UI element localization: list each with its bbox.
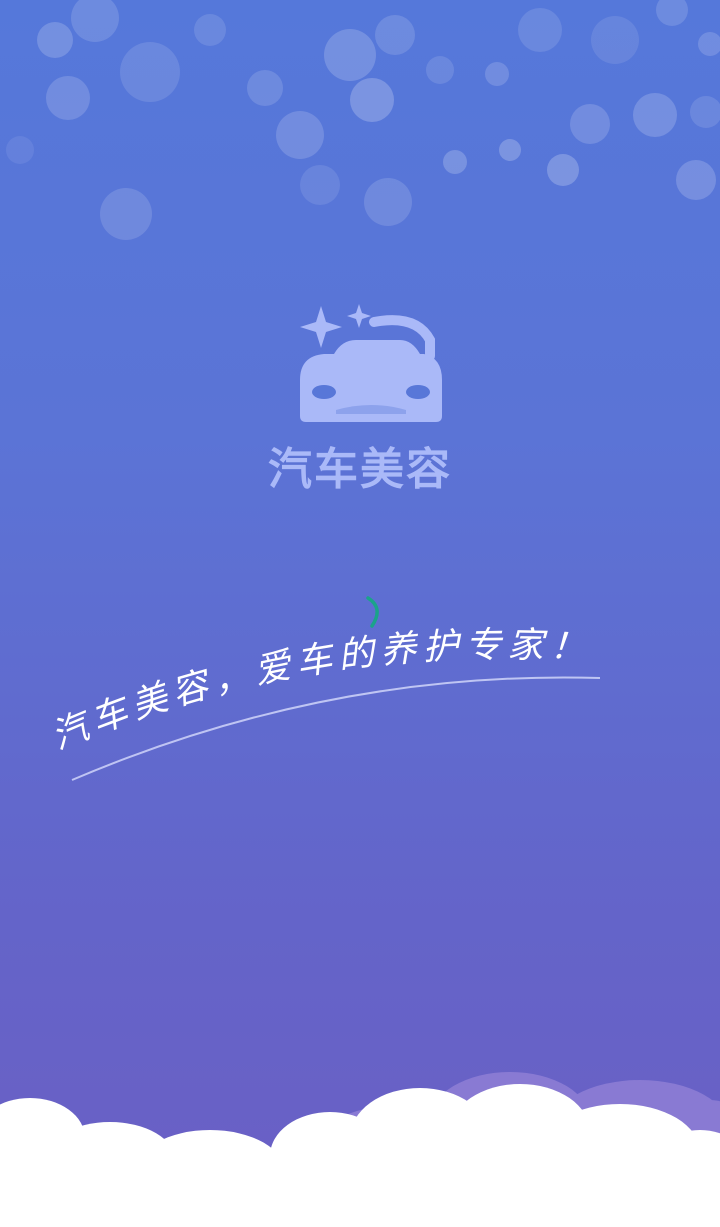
loading-spinner-icon	[366, 596, 379, 628]
car-with-sparkles-icon	[300, 304, 442, 422]
splash-screen: 汽车美容 汽车美容，爱车的养护专家！	[0, 0, 720, 1227]
clouds-decoration	[0, 1072, 720, 1227]
slogan-text: 汽车美容，爱车的养护专家！	[46, 625, 593, 758]
app-name: 汽车美容	[268, 444, 452, 495]
bokeh-background	[6, 0, 720, 240]
